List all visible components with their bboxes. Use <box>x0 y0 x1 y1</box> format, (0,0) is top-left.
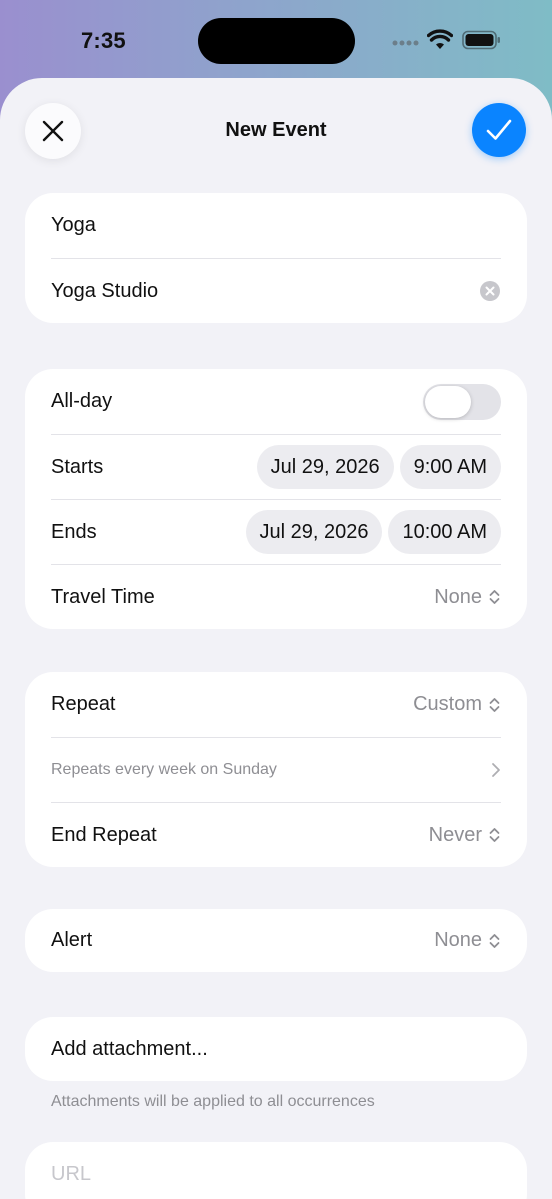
location-row[interactable]: Yoga Studio <box>51 258 501 323</box>
alert-selector[interactable]: None <box>434 929 501 952</box>
timing-card: All-day Starts Jul 29, 2026 9:00 AM Ends… <box>25 369 527 629</box>
chevron-up-down-icon <box>489 697 500 712</box>
alert-value: None <box>434 929 482 951</box>
attachment-card: Add attachment... <box>25 1017 527 1081</box>
title-field[interactable]: Yoga <box>51 214 96 237</box>
repeat-label: Repeat <box>51 693 116 715</box>
url-field[interactable]: URL <box>51 1163 91 1186</box>
chevron-up-down-icon <box>489 933 500 948</box>
repeat-value: Custom <box>413 693 482 715</box>
location-field[interactable]: Yoga Studio <box>51 280 158 303</box>
end-repeat-value: Never <box>428 823 482 846</box>
add-attachment-button[interactable]: Add attachment... <box>51 1038 208 1061</box>
checkmark-icon <box>486 119 512 140</box>
chevron-right-icon <box>492 763 500 777</box>
repeat-summary-row[interactable]: Repeats every week on Sunday <box>51 737 501 802</box>
starts-time-button[interactable]: 9:00 AM <box>399 445 501 489</box>
battery-icon <box>462 30 500 50</box>
chevron-up-down-icon <box>489 828 500 842</box>
ends-time-button[interactable]: 10:00 AM <box>388 510 501 554</box>
travel-time-row[interactable]: Travel Time None <box>51 564 501 629</box>
clear-icon[interactable] <box>479 280 501 302</box>
url-row[interactable]: URL <box>51 1142 501 1199</box>
dynamic-island <box>198 18 355 64</box>
ends-label: Ends <box>51 520 97 543</box>
status-time: 7:35 <box>81 28 126 53</box>
end-repeat-label: End Repeat <box>51 823 157 846</box>
ends-row: Ends Jul 29, 2026 10:00 AM <box>51 499 501 564</box>
travel-time-selector[interactable]: None <box>434 586 501 609</box>
repeat-selector[interactable]: Custom <box>413 693 501 716</box>
alert-label: Alert <box>51 929 93 951</box>
alert-row[interactable]: Alert None <box>51 909 501 972</box>
new-event-sheet: New Event Yoga Yoga Studio All-day Start… <box>0 78 552 1199</box>
starts-label: Starts <box>51 455 104 478</box>
allday-row: All-day <box>51 369 501 434</box>
repeat-summary: Repeats every week on Sunday <box>51 761 277 778</box>
chevron-up-down-icon <box>489 590 500 604</box>
repeat-card: Repeat Custom Repeats every week on Sund… <box>25 672 527 867</box>
toggle-knob <box>425 385 471 418</box>
starts-date-button[interactable]: Jul 29, 2026 <box>256 445 394 489</box>
confirm-button[interactable] <box>472 103 526 157</box>
title-location-card: Yoga Yoga Studio <box>25 193 527 323</box>
allday-toggle[interactable] <box>423 383 501 420</box>
cellular-signal-icon <box>392 40 419 46</box>
starts-row: Starts Jul 29, 2026 9:00 AM <box>51 434 501 499</box>
end-repeat-selector[interactable]: Never <box>429 824 501 847</box>
title-row[interactable]: Yoga <box>51 193 501 258</box>
add-attachment-row[interactable]: Add attachment... <box>51 1017 501 1081</box>
status-bar: 7:35 <box>0 0 552 80</box>
travel-time-label: Travel Time <box>51 585 155 608</box>
ends-date-button[interactable]: Jul 29, 2026 <box>245 510 383 554</box>
allday-label: All-day <box>51 390 113 412</box>
alert-card: Alert None <box>25 909 527 972</box>
travel-time-value: None <box>434 585 482 608</box>
wifi-icon <box>427 29 453 49</box>
page-title: New Event <box>225 119 327 141</box>
url-card: URL <box>25 1142 527 1199</box>
repeat-row[interactable]: Repeat Custom <box>51 672 501 737</box>
attachment-note: Attachments will be applied to all occur… <box>51 1093 375 1110</box>
screen: 7:35 New Event Yoga Yoga Studio All-day … <box>0 0 552 1199</box>
end-repeat-row[interactable]: End Repeat Never <box>51 802 501 867</box>
